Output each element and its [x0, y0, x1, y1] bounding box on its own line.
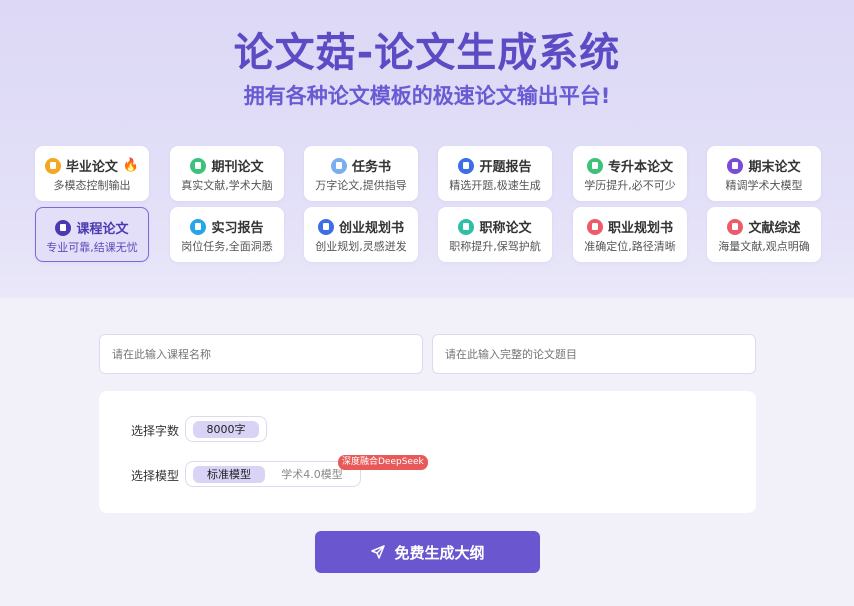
paper-type-card[interactable]: 开题报告精选开题,极速生成 — [438, 146, 552, 201]
paper-type-card[interactable]: 任务书万字论文,提供指导 — [304, 146, 418, 201]
card-name: 职称论文 — [479, 221, 532, 236]
word-count-selector[interactable]: 8000字 — [185, 416, 267, 442]
card-description: 学历提升,必不可少 — [584, 179, 676, 192]
book-icon — [586, 157, 603, 174]
generate-outline-button[interactable]: 免费生成大纲 — [315, 531, 540, 573]
card-name: 期刊论文 — [211, 160, 264, 175]
card-title-row: 实习报告 — [170, 217, 284, 236]
title-icon — [458, 218, 475, 235]
journal-icon — [190, 157, 207, 174]
paper-type-card[interactable]: 职业规划书准确定位,路径清晰 — [573, 207, 687, 262]
paper-type-card[interactable]: 毕业论文 🔥 多模态控制输出 — [35, 146, 149, 201]
doc-icon — [44, 157, 61, 174]
card-description: 创业规划,灵感迸发 — [315, 240, 407, 253]
card-name: 实习报告 — [211, 221, 264, 236]
generate-outline-label: 免费生成大纲 — [394, 543, 485, 562]
career-icon — [586, 218, 603, 235]
paper-type-card[interactable]: 专升本论文学历提升,必不可少 — [573, 146, 687, 201]
card-title-row: 职称论文 — [438, 217, 552, 236]
card-name: 专升本论文 — [607, 160, 673, 175]
card-name: 创业规划书 — [338, 221, 404, 236]
card-description: 精调学术大模型 — [725, 179, 803, 192]
card-description: 多模态控制输出 — [53, 179, 131, 192]
card-title-row: 专升本论文 — [573, 156, 687, 175]
card-description: 海量文献,观点明确 — [718, 240, 810, 253]
card-title-row: 期刊论文 — [170, 156, 284, 175]
paper-type-card[interactable]: 实习报告岗位任务,全面洞悉 — [170, 207, 284, 262]
card-title-row: 任务书 — [304, 156, 418, 175]
options-card: 选择字数 8000字 选择模型 标准模型 学术4.0模型 — [99, 391, 756, 513]
card-title-row: 课程论文 — [36, 218, 148, 237]
card-name: 任务书 — [351, 160, 391, 175]
card-description: 岗位任务,全面洞悉 — [181, 240, 273, 253]
model-option-standard[interactable]: 标准模型 — [193, 466, 265, 483]
card-description: 精选开题,极速生成 — [449, 179, 541, 192]
card-name: 文献综述 — [748, 221, 801, 236]
card-title-row: 开题报告 — [438, 156, 552, 175]
fire-icon: 🔥 — [122, 158, 140, 173]
startup-icon — [317, 218, 334, 235]
word-count-option[interactable]: 8000字 — [193, 421, 259, 438]
card-title-row: 期末论文 — [707, 156, 821, 175]
literature-icon — [727, 218, 744, 235]
card-description: 专业可靠,结课无忧 — [46, 241, 138, 254]
course-icon — [55, 219, 72, 236]
card-description: 真实文献,学术大脑 — [181, 179, 273, 192]
card-description: 准确定位,路径清晰 — [584, 240, 676, 253]
model-selector[interactable]: 标准模型 学术4.0模型 — [185, 461, 361, 487]
task-icon — [330, 157, 347, 174]
card-name: 职业规划书 — [607, 221, 673, 236]
card-name: 期末论文 — [748, 160, 801, 175]
course-name-input[interactable] — [99, 334, 423, 374]
page-subtitle: 拥有各种论文模板的极速论文输出平台! — [243, 84, 611, 108]
page-title: 论文菇-论文生成系统 — [233, 30, 621, 76]
model-label: 选择模型 — [131, 469, 180, 483]
paper-type-card[interactable]: 职称论文职称提升,保驾护航 — [438, 207, 552, 262]
card-title-row: 创业规划书 — [304, 217, 418, 236]
card-title-row: 毕业论文 🔥 — [35, 156, 149, 175]
card-title-row: 职业规划书 — [573, 217, 687, 236]
card-description: 万字论文,提供指导 — [315, 179, 407, 192]
paper-type-card[interactable]: 课程论文专业可靠,结课无忧 — [35, 207, 149, 262]
paper-icon — [727, 157, 744, 174]
paper-type-card[interactable]: 创业规划书创业规划,灵感迸发 — [304, 207, 418, 262]
report-icon — [458, 157, 475, 174]
card-name: 毕业论文 — [65, 160, 118, 175]
card-name: 课程论文 — [76, 222, 129, 237]
card-description: 职称提升,保驾护航 — [449, 240, 541, 253]
paper-type-card[interactable]: 期末论文精调学术大模型 — [707, 146, 821, 201]
send-icon — [371, 545, 386, 559]
deepseek-badge: 深度融合DeepSeek — [338, 455, 428, 470]
paper-type-card[interactable]: 期刊论文真实文献,学术大脑 — [170, 146, 284, 201]
card-name: 开题报告 — [479, 160, 532, 175]
word-count-label: 选择字数 — [131, 424, 180, 438]
card-title-row: 文献综述 — [707, 217, 821, 236]
intern-icon — [190, 218, 207, 235]
paper-type-card[interactable]: 文献综述海量文献,观点明确 — [707, 207, 821, 262]
paper-topic-input[interactable] — [432, 334, 756, 374]
